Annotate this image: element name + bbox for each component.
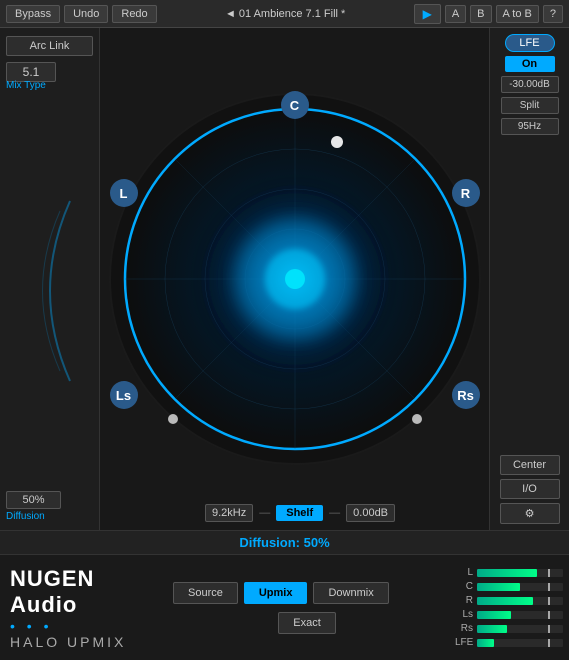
preset-name: ◄ 01 Ambience 7.1 Fill * (161, 8, 410, 20)
meter-bar-fill (477, 625, 507, 633)
meter-label: C (455, 581, 473, 592)
meter-label: L (455, 567, 473, 578)
split-button[interactable]: Split (501, 97, 559, 114)
meter-marker (548, 611, 550, 619)
channel-rs[interactable]: Rs (452, 381, 480, 409)
upmix-button[interactable]: Upmix (244, 582, 308, 604)
eq-gain[interactable]: 0.00dB (346, 504, 395, 522)
b-button[interactable]: B (470, 5, 491, 23)
downmix-button[interactable]: Downmix (313, 582, 388, 604)
meter-row: LFE (455, 637, 563, 648)
diffusion-display-bar: Diffusion: 50% (0, 531, 569, 555)
center-button[interactable]: Center (500, 455, 560, 475)
meter-row: Ls (455, 609, 563, 620)
mix-type-label: Mix Type (6, 80, 93, 91)
on-button[interactable]: On (505, 56, 555, 72)
right-bottom-buttons: Center I/O ⚙ (500, 455, 560, 524)
io-button[interactable]: I/O (500, 479, 560, 499)
right-panel: LFE On -30.00dB Split 95Hz Center I/O ⚙ (489, 28, 569, 530)
meter-row: C (455, 581, 563, 592)
meter-label: LFE (455, 637, 473, 648)
lfe-button[interactable]: LFE (505, 34, 555, 52)
channel-c[interactable]: C (281, 91, 309, 119)
meter-bar-fill (477, 639, 494, 647)
brand-nugen: NUGEN Audio (10, 566, 155, 618)
arc-link-button[interactable]: Arc Link (6, 36, 93, 56)
meter-row: L (455, 567, 563, 578)
brand-area: NUGEN Audio • • • HALO UPMIX (0, 555, 165, 660)
eq-dash2: — (329, 507, 340, 519)
meter-marker (548, 625, 550, 633)
mode-buttons: Source Upmix Downmix (173, 582, 441, 604)
middle-section: Arc Link 5.1 Mix Type 50% Diffusion (0, 28, 569, 530)
meter-bar-bg (477, 611, 563, 619)
source-button[interactable]: Source (173, 582, 238, 604)
polar-svg (105, 89, 485, 469)
diffusion-area: 50% Diffusion (6, 491, 93, 522)
arc-left-decoration (20, 191, 80, 391)
format-value[interactable]: 5.1 (6, 62, 56, 82)
meter-label: Ls (455, 609, 473, 620)
eq-dash: — (259, 507, 270, 519)
meter-bar-bg (477, 625, 563, 633)
meter-bar-bg (477, 639, 563, 647)
brand-dots: • • • (10, 618, 155, 634)
channel-ls[interactable]: Ls (110, 381, 138, 409)
left-panel: Arc Link 5.1 Mix Type 50% Diffusion (0, 28, 100, 530)
meter-row: Rs (455, 623, 563, 634)
ab-button[interactable]: A (445, 5, 466, 23)
meter-row: R (455, 595, 563, 606)
meter-marker (548, 583, 550, 591)
meter-bar-fill (477, 583, 520, 591)
play-button[interactable]: ▶ (414, 4, 441, 24)
diffusion-value[interactable]: 50% (6, 491, 61, 509)
meters-area: LCR Ls Rs LFE (449, 555, 569, 660)
eq-freq[interactable]: 9.2kHz (205, 504, 253, 522)
diffusion-label: Diffusion (6, 511, 93, 522)
meter-bar-bg (477, 583, 563, 591)
atob-button[interactable]: A to B (496, 5, 539, 23)
meter-marker (548, 639, 550, 647)
bottom-content: NUGEN Audio • • • HALO UPMIX Source Upmi… (0, 555, 569, 660)
channel-r[interactable]: R (452, 179, 480, 207)
eq-bar: 9.2kHz — Shelf — 0.00dB (205, 504, 404, 522)
diffusion-text: Diffusion: 50% (239, 535, 329, 550)
toolbar: Bypass Undo Redo ◄ 01 Ambience 7.1 Fill … (0, 0, 569, 28)
brand-halo: HALO UPMIX (10, 634, 155, 650)
meter-bar-fill (477, 597, 533, 605)
db-value[interactable]: -30.00dB (501, 76, 559, 93)
redo-button[interactable]: Redo (112, 5, 156, 23)
format-display: 5.1 Mix Type (6, 62, 93, 91)
meter-bar-fill (477, 569, 537, 577)
controls-area: Source Upmix Downmix Exact (165, 555, 449, 660)
undo-button[interactable]: Undo (64, 5, 108, 23)
bypass-button[interactable]: Bypass (6, 5, 60, 23)
bottom-section: Diffusion: 50% NUGEN Audio • • • HALO UP… (0, 530, 569, 660)
meter-label: R (455, 595, 473, 606)
meter-label: Rs (455, 623, 473, 634)
polar-display: C L R Ls Rs (105, 89, 485, 469)
meter-bar-fill (477, 611, 511, 619)
center-area: C L R Ls Rs 9.2kHz — Shelf — 0.00dB (100, 28, 489, 530)
gear-button[interactable]: ⚙ (500, 503, 560, 524)
freq-value[interactable]: 95Hz (501, 118, 559, 135)
toolbar-right: ▶ A B A to B ? (414, 4, 563, 24)
meter-marker (548, 569, 550, 577)
meter-bar-bg (477, 597, 563, 605)
meter-marker (548, 597, 550, 605)
help-button[interactable]: ? (543, 5, 563, 23)
shelf-button[interactable]: Shelf (276, 505, 323, 521)
exact-button[interactable]: Exact (278, 612, 336, 634)
meter-bar-bg (477, 569, 563, 577)
exact-row: Exact (173, 612, 441, 634)
app: Bypass Undo Redo ◄ 01 Ambience 7.1 Fill … (0, 0, 569, 660)
channel-l[interactable]: L (110, 179, 138, 207)
